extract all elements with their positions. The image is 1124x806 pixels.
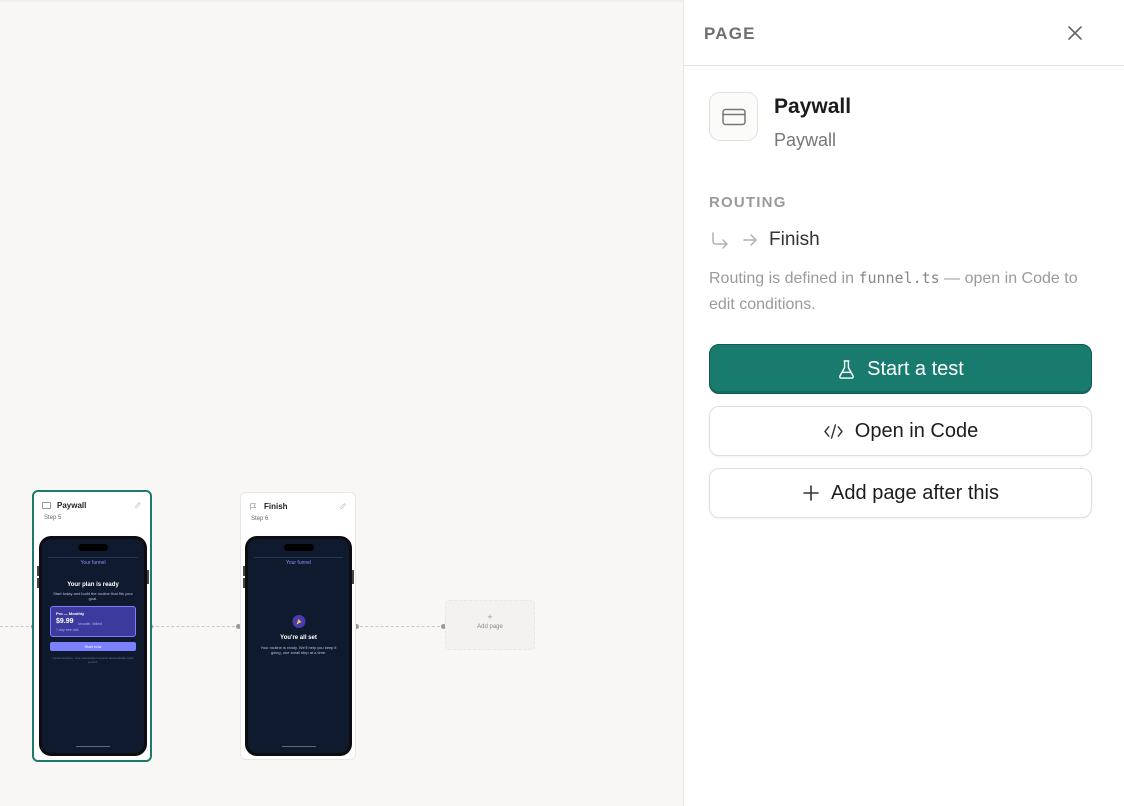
corner-down-right-icon <box>712 232 728 249</box>
phone-home-bar <box>76 746 110 747</box>
canvas-top-border <box>0 0 683 2</box>
flag-icon <box>250 502 257 510</box>
screen-heading: Your plan is ready <box>67 582 119 588</box>
phone-screen: Your funnel Your plan is ready Start tod… <box>42 539 144 753</box>
plan-price-note: /month, billed <box>78 621 102 626</box>
screen-heading: You're all set <box>280 635 317 641</box>
node-title: Finish <box>264 501 288 511</box>
page-node-finish[interactable]: Finish Step 6 Your funnel You're all set… <box>240 492 356 760</box>
plan-trial: 7-day free trial <box>56 628 79 632</box>
plan-name: Pro — Monthly <box>56 611 85 616</box>
screen-brand: Your funnel <box>285 560 312 566</box>
credit-card-icon <box>42 501 51 509</box>
connector-finish-add <box>355 626 445 627</box>
phone-notch <box>283 544 314 551</box>
connector-paywall-finish <box>151 626 240 627</box>
phone-side-button <box>37 566 39 576</box>
credit-card-icon <box>709 92 758 141</box>
open-in-code-label: Open in Code <box>854 419 979 442</box>
node-title: Paywall <box>57 500 87 510</box>
connector-in <box>0 626 34 627</box>
phone-screen: Your funnel You're all set Your routine … <box>248 539 349 753</box>
page-name: Paywall <box>774 95 852 118</box>
page-node-paywall[interactable]: Paywall Step 5 Your funnel Your plan is … <box>32 490 152 762</box>
routing-section-label: ROUTING <box>709 194 787 211</box>
routing-file-name: funnel.ts <box>858 269 940 287</box>
node-header: Finish <box>249 500 347 512</box>
screen-subtitle: Start today and build the routine that f… <box>53 591 133 601</box>
routing-note: Routing is defined in funnel.ts — open i… <box>709 265 1104 318</box>
phone-home-bar <box>281 746 316 747</box>
start-test-button[interactable]: Start a test <box>709 344 1092 394</box>
plan-price: $9.99 <box>56 618 74 625</box>
flask-icon <box>837 359 856 380</box>
screen-brand: Your funnel <box>80 560 106 566</box>
screen-fine-print: Cancel anytime. Your subscription renews… <box>52 656 134 664</box>
pencil-icon[interactable] <box>134 501 142 509</box>
node-step: Step 5 <box>44 515 62 521</box>
plan-card: Pro — Monthly $9.99 /month, billed 7-day… <box>50 606 136 637</box>
phone-preview: Your funnel You're all set Your routine … <box>243 536 354 756</box>
routing-note-text: Routing is defined in <box>709 270 859 287</box>
add-page-label: Add page <box>477 624 503 630</box>
add-page-after-button[interactable]: Add page after this <box>709 468 1092 518</box>
route-target: Finish <box>769 229 820 250</box>
open-in-code-button[interactable]: Open in Code <box>709 406 1092 456</box>
plus-icon <box>802 484 820 502</box>
arrow-right-icon <box>743 234 757 246</box>
close-icon[interactable] <box>1064 22 1086 44</box>
node-header: Paywall <box>42 499 142 511</box>
start-test-label: Start a test <box>867 357 964 380</box>
route-row: Finish <box>709 227 820 253</box>
page-inspector-panel: PAGE Paywall Paywall ROUTING Finish Rout… <box>683 0 1124 806</box>
flow-canvas[interactable]: Paywall Step 5 Your funnel Your plan is … <box>0 0 683 806</box>
screen-subtitle: Your routine is ready. We'll help you ke… <box>260 645 337 655</box>
screen-cta-button: Start now <box>50 642 136 651</box>
add-page-after-label: Add page after this <box>831 481 999 504</box>
panel-header: PAGE <box>684 0 1124 66</box>
code-icon <box>823 423 844 440</box>
phone-side-button <box>243 566 245 576</box>
add-page-node[interactable]: + Add page <box>445 600 535 650</box>
phone-side-button <box>37 578 39 588</box>
phone-side-button <box>352 570 354 584</box>
plus-icon: + <box>487 612 493 622</box>
phone-notch <box>78 544 108 551</box>
screen-divider <box>254 557 343 558</box>
party-icon <box>292 615 305 628</box>
screen-divider <box>48 557 138 558</box>
node-step: Step 6 <box>251 516 269 522</box>
phone-side-button <box>243 578 245 588</box>
phone-preview: Your funnel Your plan is ready Start tod… <box>37 536 149 756</box>
page-type: Paywall <box>774 130 837 150</box>
pencil-icon[interactable] <box>339 502 347 510</box>
panel-title: PAGE <box>704 24 756 43</box>
phone-side-button <box>147 570 149 584</box>
